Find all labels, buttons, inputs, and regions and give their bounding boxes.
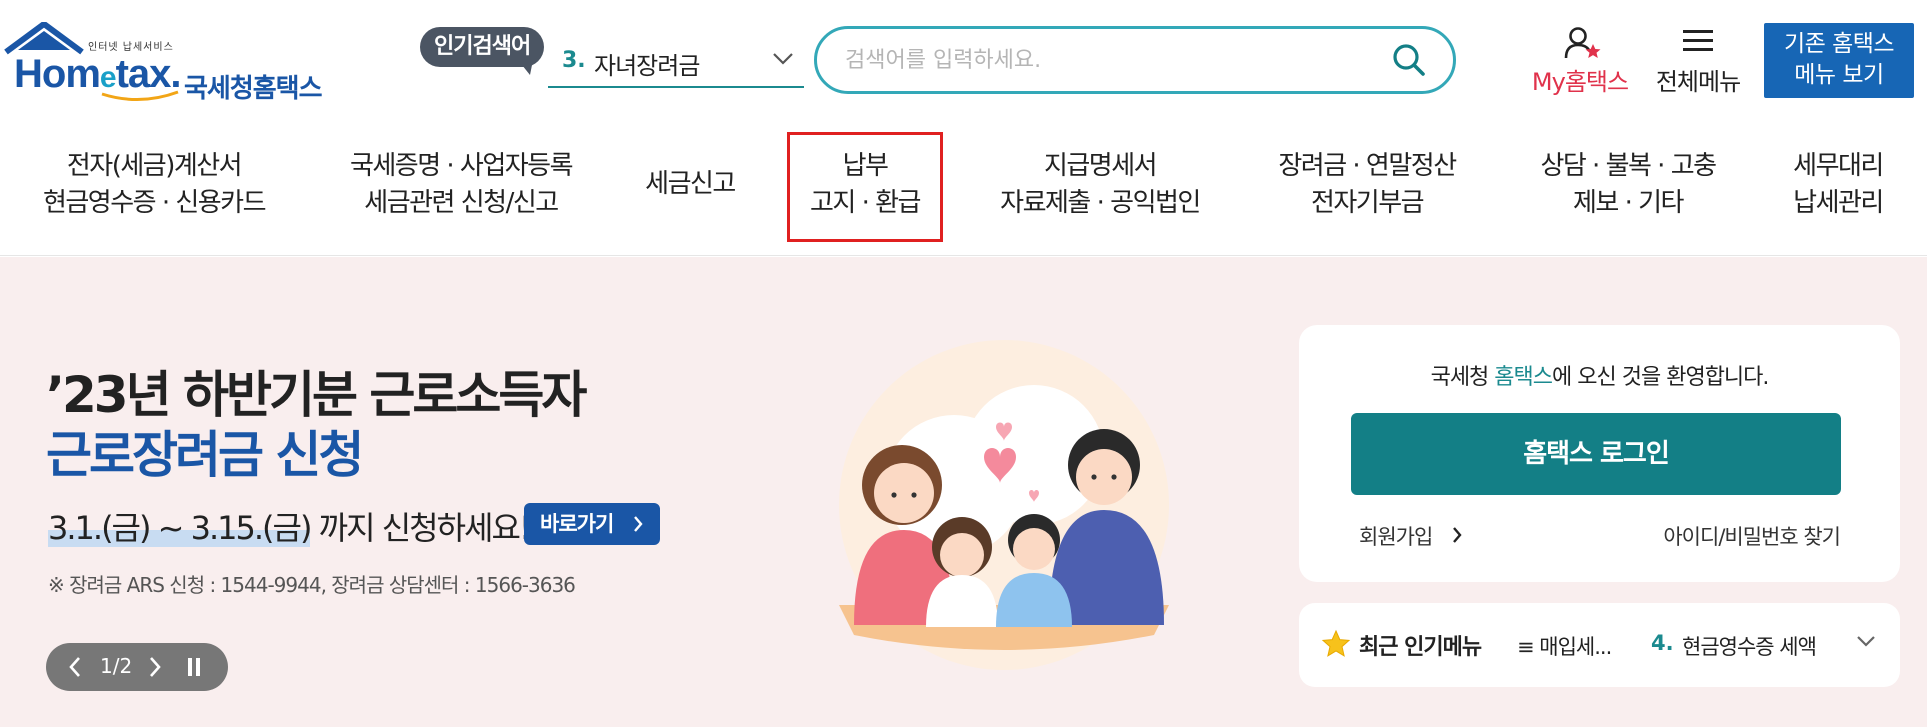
chevron-down-icon[interactable]: [1856, 635, 1876, 649]
popular-search-select[interactable]: 3. 자녀장려금: [548, 40, 804, 88]
header: 인터넷 납세서비스 Hometax. 국세청홈택스 인기검색어 3. 자녀장려금…: [0, 0, 1927, 118]
popular-menu-item[interactable]: 현금영수증 세액: [1682, 631, 1854, 661]
chevron-left-icon[interactable]: [68, 655, 82, 679]
nav-item-line1: 상담 · 불복 · 고충: [1540, 151, 1717, 181]
nav-item-line2: 납세관리: [1793, 188, 1884, 218]
login-card: 국세청 홈택스에 오신 것을 환영합니다. 홈택스 로그인 회원가입 아이디/비…: [1299, 325, 1900, 582]
find-id-password-link[interactable]: 아이디/비밀번호 찾기: [1663, 521, 1841, 551]
old-menu-button[interactable]: 기존 홈택스 메뉴 보기: [1764, 23, 1914, 98]
nav-item-e-invoice[interactable]: 전자(세금)계산서 현금영수증 · 신용카드: [24, 148, 284, 222]
nav-item-payment-statement[interactable]: 지급명세서 자료제출 · 공익법인: [980, 148, 1220, 222]
user-star-icon: [1564, 27, 1601, 59]
my-hometax-button[interactable]: My홈택스: [1520, 26, 1640, 96]
family-illustration: [839, 340, 1169, 670]
chevron-right-icon: [634, 516, 643, 532]
chevron-right-icon[interactable]: [148, 655, 162, 679]
popular-menu-title: 최근 인기메뉴: [1359, 635, 1482, 660]
nav-item-line1: 지급명세서: [1043, 151, 1158, 181]
banner-go-label: 바로가기: [540, 512, 614, 536]
logo-tagline: 인터넷 납세서비스: [88, 42, 174, 53]
pause-icon[interactable]: [186, 657, 202, 677]
nav-item-line2: 현금영수증 · 신용카드: [42, 188, 267, 218]
hamburger-menu-icon: [1683, 30, 1713, 51]
nav-item-tax-filing[interactable]: 세금신고: [630, 166, 750, 203]
chevron-right-icon: [1453, 527, 1462, 543]
join-link[interactable]: 회원가입: [1359, 521, 1433, 551]
logo-swoosh-icon: [101, 90, 179, 102]
nav-item-tax-agent[interactable]: 세무대리 납세관리: [1778, 148, 1898, 222]
banner-title-line2: 근로장려금 신청: [46, 426, 364, 484]
nav-item-certificates[interactable]: 국세증명 · 사업자등록 세금관련 신청/신고: [326, 148, 596, 222]
old-menu-line2: 메뉴 보기: [1794, 62, 1884, 88]
star-icon: [1321, 629, 1351, 657]
banner-date: 3.1.(금) ~ 3.15.(금) 까지 신청하세요!: [48, 509, 532, 547]
old-menu-line1: 기존 홈택스: [1783, 31, 1895, 57]
banner-go-button[interactable]: 바로가기: [524, 503, 660, 545]
nav-item-line1: 세금신고: [645, 169, 736, 199]
popular-menu-rank: 4.: [1651, 631, 1674, 655]
nav-item-line2: 제보 · 기타: [1573, 188, 1684, 218]
nav-item-line1: 전자(세금)계산서: [66, 151, 243, 181]
popular-search-rank: 3.: [562, 48, 586, 73]
nav-item-line2: 세금관련 신청/신고: [364, 188, 559, 218]
my-hometax-label: My홈택스: [1531, 68, 1629, 96]
nav-item-line1: 납부: [842, 151, 889, 181]
hometax-logo[interactable]: 인터넷 납세서비스 Hometax. 국세청홈택스: [4, 22, 334, 104]
nav-item-line2: 고지 · 환급: [810, 188, 921, 218]
logo-title-kr: 국세청홈택스: [184, 74, 323, 104]
main-area: ’23년 하반기분 근로소득자 근로장려금 신청 3.1.(금) ~ 3.15.…: [0, 257, 1927, 727]
banner-pager: 1/2: [46, 643, 228, 691]
nav-item-consulting[interactable]: 상담 · 불복 · 고충 제보 · 기타: [1518, 148, 1738, 222]
banner-note: ※ 장려금 ARS 신청 : 1544-9944, 장려금 상담센터 : 156…: [48, 573, 576, 597]
nav-item-line2: 전자기부금: [1310, 188, 1425, 218]
popular-menu-card: 최근 인기메뉴 ≡ 매입세... 4. 현금영수증 세액: [1299, 603, 1900, 687]
search-box: [814, 26, 1456, 94]
popular-search-text: 자녀장려금: [594, 52, 700, 80]
all-menu-button[interactable]: 전체메뉴: [1648, 26, 1748, 96]
nav-item-incentive[interactable]: 장려금 · 연말정산 전자기부금: [1262, 148, 1472, 222]
nav-item-payment[interactable]: 납부 고지 · 환급: [790, 148, 940, 222]
welcome-text: 국세청 홈택스에 오신 것을 환영합니다.: [1430, 365, 1770, 390]
chevron-down-icon: [773, 53, 793, 65]
popular-menu-item[interactable]: ≡ 매입세...: [1517, 631, 1673, 661]
login-button[interactable]: 홈택스 로그인: [1351, 413, 1841, 495]
nav-item-line1: 국세증명 · 사업자등록: [349, 151, 574, 181]
nav-item-line2: 자료제출 · 공익법인: [1000, 188, 1201, 218]
search-input[interactable]: [845, 41, 1385, 79]
nav-item-line1: 장려금 · 연말정산: [1278, 151, 1457, 181]
pager-count: 1/2: [100, 654, 133, 678]
all-menu-label: 전체메뉴: [1655, 68, 1741, 96]
search-icon[interactable]: [1391, 42, 1427, 78]
main-nav: 전자(세금)계산서 현금영수증 · 신용카드 국세증명 · 사업자등록 세금관련…: [0, 118, 1927, 256]
nav-item-line1: 세무대리: [1793, 151, 1884, 181]
popular-search-badge: 인기검색어: [420, 27, 545, 75]
